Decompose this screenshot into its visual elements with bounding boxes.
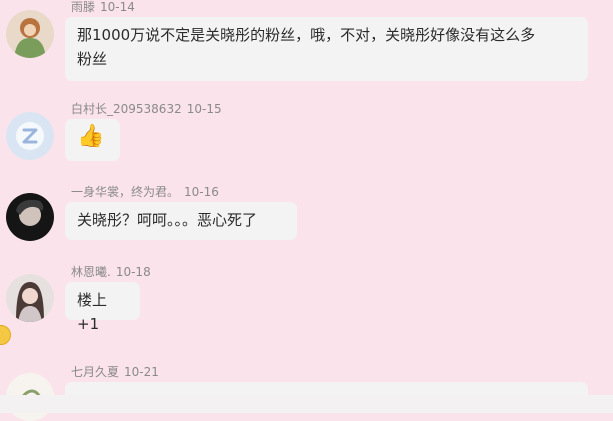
- comment-bubble: 关晓彤？呵呵。。。恶心死了: [65, 202, 297, 240]
- comment-meta: 一身华裳，终为君。 10-16: [71, 185, 219, 199]
- comment-list: 雨滕 10-14 那1000万说不定是关晓彤的粉丝，哦，不对，关晓彤好像没有这么多…: [0, 0, 613, 421]
- bottom-bar: [0, 395, 613, 413]
- comment-item: 一身华裳，终为君。 10-16 关晓彤？呵呵。。。恶心死了: [0, 175, 613, 255]
- comment-time: 10-14: [100, 0, 135, 14]
- comment-time: 10-18: [115, 265, 151, 279]
- avatar[interactable]: [6, 112, 54, 160]
- avatar[interactable]: [6, 193, 54, 241]
- comment-item: 雨滕 10-14 那1000万说不定是关晓彤的粉丝，哦，不对，关晓彤好像没有这么多…: [0, 0, 613, 95]
- avatar[interactable]: [6, 10, 54, 58]
- username[interactable]: 林恩曦.: [71, 265, 111, 279]
- comment-item: 白村长_209538632 10-15 👍: [0, 95, 613, 175]
- comment-time: 10-21: [124, 365, 159, 379]
- comment-bubble: 👍: [65, 119, 120, 161]
- comment-meta: 林恩曦. 10-18: [71, 265, 151, 279]
- comment-bubble: 那1000万说不定是关晓彤的粉丝，哦，不对，关晓彤好像没有这么多 粉丝: [65, 17, 588, 81]
- username[interactable]: 一身华裳，终为君。: [71, 185, 179, 199]
- username[interactable]: 七月久夏: [71, 365, 119, 379]
- comment-time: 10-16: [184, 185, 219, 199]
- thumbs-up-emoji-icon: 👍: [77, 124, 105, 149]
- avatar[interactable]: [6, 274, 54, 322]
- comment-meta: 白村长_209538632 10-15: [71, 102, 222, 116]
- comment-item: 林恩曦. 10-18 楼上+1: [0, 255, 613, 360]
- comment-bubble: 楼上+1: [65, 282, 140, 333]
- username[interactable]: 雨滕: [71, 0, 95, 14]
- comment-text-line: 粉丝: [77, 50, 108, 68]
- username[interactable]: 白村长_209538632: [71, 102, 182, 116]
- comment-time: 10-15: [186, 102, 222, 116]
- comment-text: 楼上+1: [77, 291, 108, 333]
- comment-text: 关晓彤？呵呵。。。恶心死了: [77, 211, 258, 229]
- comment-meta: 七月久夏 10-21: [71, 365, 159, 379]
- comment-text-line: 那1000万说不定是关晓彤的粉丝，哦，不对，关晓彤好像没有这么多: [77, 26, 536, 44]
- comment-meta: 雨滕 10-14: [71, 0, 135, 14]
